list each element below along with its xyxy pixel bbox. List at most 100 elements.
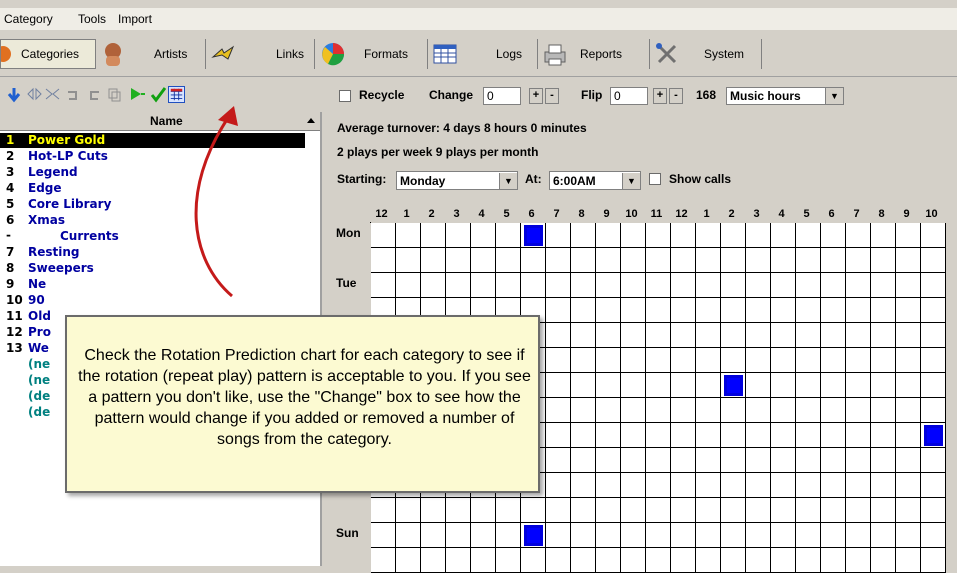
grid-cell — [671, 373, 696, 398]
starting-label: Starting: — [337, 172, 387, 186]
tab-system-label: System — [704, 47, 745, 61]
column-name-header[interactable]: Name — [150, 114, 183, 128]
grid-cell — [596, 548, 621, 573]
hour-tick-label: 9 — [903, 208, 910, 220]
flip-input[interactable]: 0 — [610, 87, 648, 105]
change-decrement[interactable]: - — [545, 88, 559, 104]
grid-cell — [621, 423, 646, 448]
starting-day-select[interactable]: Monday ▼ — [396, 171, 518, 190]
tab-links-label: Links — [276, 47, 305, 61]
change-increment[interactable]: + — [529, 88, 543, 104]
menu-tools[interactable]: Tools — [78, 12, 106, 26]
grid-cell — [671, 348, 696, 373]
grid-cell — [721, 498, 746, 523]
grid-cell — [621, 273, 646, 298]
grid-cell — [671, 523, 696, 548]
list-item-label: Legend — [28, 165, 78, 179]
grid-cell — [796, 523, 821, 548]
tab-artists[interactable]: Artists — [100, 39, 206, 69]
grid-cell — [871, 523, 896, 548]
menu-category[interactable]: Category — [4, 12, 53, 26]
tab-links[interactable]: Links — [210, 39, 315, 69]
play-icon[interactable] — [129, 86, 146, 103]
grid-cell — [771, 273, 796, 298]
tab-formats[interactable]: Formats — [320, 39, 428, 69]
list-item-label: Old — [28, 309, 51, 323]
move-down-icon[interactable] — [6, 86, 23, 103]
help-callout: Check the Rotation Prediction chart for … — [65, 315, 540, 493]
grid-cell — [846, 348, 871, 373]
list-item-label: Edge — [28, 181, 62, 195]
tools-icon — [654, 41, 680, 67]
grid-cell — [596, 323, 621, 348]
plays-summary: 2 plays per week 9 plays per month — [337, 145, 539, 159]
grid-cell — [746, 323, 771, 348]
grid-cell — [921, 223, 946, 248]
grid-cell — [371, 273, 396, 298]
tab-system[interactable]: System — [654, 39, 762, 69]
grid-cell — [821, 473, 846, 498]
grid-cell — [671, 473, 696, 498]
grid-cell — [746, 523, 771, 548]
grid-cell — [621, 248, 646, 273]
change-input[interactable]: 0 — [483, 87, 521, 105]
grid-cell — [546, 273, 571, 298]
grid-cell — [396, 273, 421, 298]
hour-tick-label: 4 — [478, 208, 485, 220]
grid-cell — [696, 373, 721, 398]
start-time-select[interactable]: 6:00AM ▼ — [549, 171, 641, 190]
grid-cell — [446, 273, 471, 298]
day-label: Mon — [336, 226, 361, 240]
grid-cell — [696, 248, 721, 273]
grid-cell — [796, 273, 821, 298]
scroll-up-icon[interactable] — [306, 116, 316, 124]
grid-cell — [371, 498, 396, 523]
redo-icon[interactable] — [86, 86, 103, 103]
list-item-label: Ne — [28, 277, 47, 291]
show-calls-checkbox[interactable] — [649, 173, 661, 185]
split-icon[interactable] — [44, 86, 61, 103]
grid-cell — [646, 323, 671, 348]
copy-icon[interactable] — [106, 86, 123, 103]
grid-cell — [921, 548, 946, 573]
tab-categories-label: Categories — [21, 47, 80, 61]
grid-cell — [796, 248, 821, 273]
grid-cell — [871, 248, 896, 273]
grid-cell — [621, 523, 646, 548]
grid-cell — [746, 498, 771, 523]
flip-decrement[interactable]: - — [669, 88, 683, 104]
grid-cell — [796, 448, 821, 473]
grid-cell — [571, 223, 596, 248]
grid-cell — [471, 223, 496, 248]
hours-select[interactable]: Music hours ▼ — [726, 87, 844, 105]
hour-tick-label: 1 — [403, 208, 410, 220]
hours-value: 168 — [696, 88, 717, 102]
grid-cell — [771, 323, 796, 348]
tab-reports-label: Reports — [580, 47, 623, 61]
recycle-checkbox[interactable] — [339, 90, 351, 102]
grid-cell — [871, 298, 896, 323]
tab-reports[interactable]: Reports — [542, 39, 650, 69]
grid-cell — [871, 548, 896, 573]
grid-cell — [596, 448, 621, 473]
grid-cell — [821, 273, 846, 298]
undo-icon[interactable] — [64, 86, 81, 103]
grid-cell — [646, 248, 671, 273]
grid-cell — [721, 423, 746, 448]
grid-cell — [821, 498, 846, 523]
flip-increment[interactable]: + — [653, 88, 667, 104]
merge-icon[interactable] — [26, 86, 43, 103]
hour-tick-label: 3 — [453, 208, 460, 220]
list-item-label: Power Gold — [28, 133, 106, 147]
checkmark-icon[interactable] — [150, 86, 167, 103]
menu-import[interactable]: Import — [118, 12, 152, 26]
grid-cell — [896, 398, 921, 423]
grid-cell — [821, 248, 846, 273]
day-label: Sun — [336, 526, 359, 540]
tab-logs[interactable]: Logs — [432, 39, 538, 69]
tab-categories[interactable]: Categories — [0, 39, 96, 69]
grid-cell — [571, 373, 596, 398]
grid-cell — [771, 448, 796, 473]
grid-cell — [771, 548, 796, 573]
list-item-number: 5 — [6, 197, 15, 211]
